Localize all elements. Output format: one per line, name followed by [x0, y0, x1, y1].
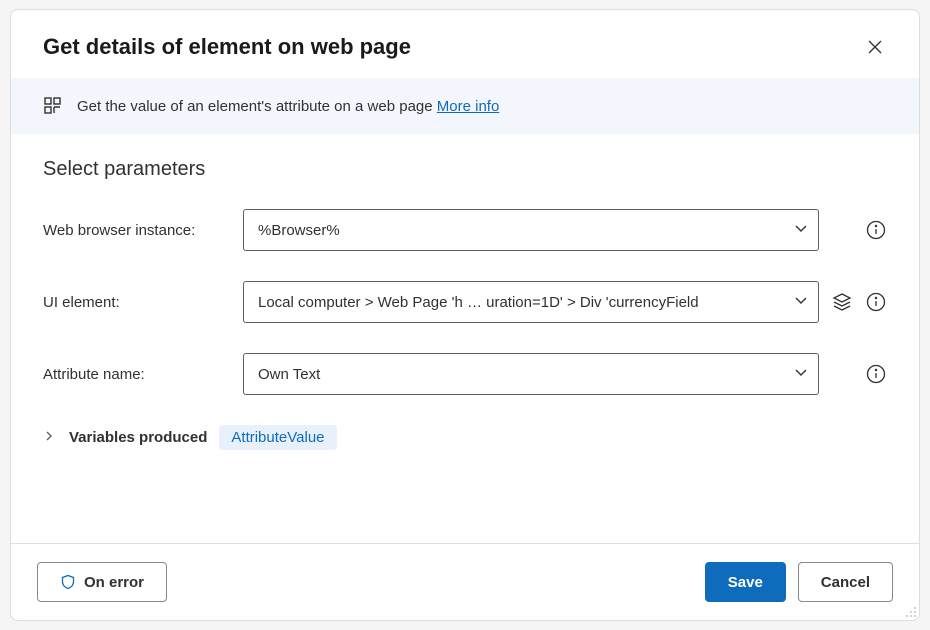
info-text: Get the value of an element's attribute … [77, 98, 499, 115]
dialog-header: Get details of element on web page [11, 10, 919, 78]
save-label: Save [728, 574, 763, 591]
attribute-name-label: Attribute name: [43, 366, 243, 383]
resize-grip-icon[interactable] [903, 604, 917, 618]
chevron-down-icon [794, 365, 808, 383]
info-icon [866, 292, 886, 312]
cancel-button[interactable]: Cancel [798, 562, 893, 602]
layers-placeholder [831, 219, 853, 241]
variables-produced-row[interactable]: Variables produced AttributeValue [43, 425, 887, 450]
action-config-dialog: Get details of element on web page Get t… [10, 9, 920, 621]
ui-element-value: Local computer > Web Page 'h … uration=1… [258, 294, 784, 311]
info-description: Get the value of an element's attribute … [77, 98, 433, 115]
attribute-info-button[interactable] [865, 363, 887, 385]
close-button[interactable] [863, 35, 887, 59]
ui-element-dropdown[interactable]: Local computer > Web Page 'h … uration=1… [243, 281, 819, 323]
attribute-name-value: Own Text [258, 366, 784, 383]
dialog-footer: On error Save Cancel [11, 543, 919, 620]
more-info-link[interactable]: More info [437, 98, 500, 115]
info-icon [866, 220, 886, 240]
info-icon [866, 364, 886, 384]
attribute-name-dropdown[interactable]: Own Text [243, 353, 819, 395]
browser-instance-dropdown[interactable]: %Browser% [243, 209, 819, 251]
layers-icon [832, 292, 852, 312]
chevron-down-icon [794, 293, 808, 311]
browser-info-button[interactable] [865, 219, 887, 241]
param-row-attribute: Attribute name: Own Text [43, 353, 887, 395]
browser-instance-label: Web browser instance: [43, 222, 243, 239]
param-row-browser: Web browser instance: %Browser% [43, 209, 887, 251]
save-button[interactable]: Save [705, 562, 786, 602]
ui-element-info-button[interactable] [865, 291, 887, 313]
cancel-label: Cancel [821, 574, 870, 591]
ui-element-label: UI element: [43, 294, 243, 311]
dialog-title: Get details of element on web page [43, 34, 411, 60]
dialog-body: Select parameters Web browser instance: … [11, 134, 919, 543]
param-row-ui-element: UI element: Local computer > Web Page 'h… [43, 281, 887, 323]
info-bar: Get the value of an element's attribute … [11, 78, 919, 134]
action-icon [43, 96, 63, 116]
chevron-down-icon [794, 221, 808, 239]
layers-placeholder [831, 363, 853, 385]
on-error-label: On error [84, 574, 144, 591]
variable-chip[interactable]: AttributeValue [219, 425, 336, 450]
select-parameters-heading: Select parameters [43, 158, 887, 181]
shield-icon [60, 574, 76, 590]
variables-produced-label: Variables produced [69, 429, 207, 446]
browser-instance-value: %Browser% [258, 222, 784, 239]
chevron-right-icon [43, 429, 57, 446]
on-error-button[interactable]: On error [37, 562, 167, 602]
close-icon [867, 39, 883, 55]
ui-element-picker-button[interactable] [831, 291, 853, 313]
